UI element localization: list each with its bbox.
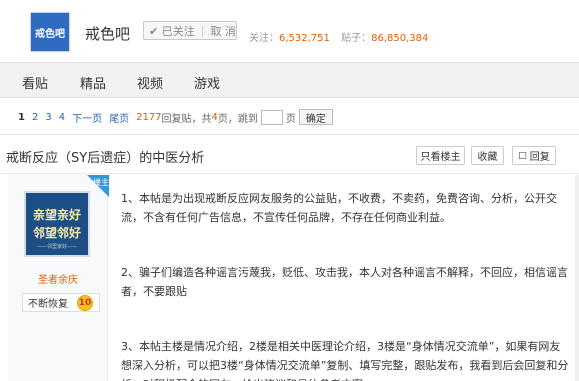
avatar-text: ——邻里家好——: [36, 244, 77, 250]
avatar[interactable]: 亲望亲好 邻望邻好 ——邻里家好——: [24, 191, 90, 257]
follow-toggle[interactable]: ✔ 已关注 | 取 消: [143, 21, 237, 40]
tab-posts[interactable]: 看贴: [22, 73, 48, 92]
page-link[interactable]: 2: [32, 112, 38, 123]
author-name[interactable]: 圣者余庆: [38, 271, 78, 286]
post-paragraph: 1、本帖是为出现戒断反应网友服务的公益贴，不收费，不卖药，免费咨询、分析，公开交…: [121, 192, 557, 224]
favorite-button[interactable]: 收藏: [471, 146, 504, 165]
page-link[interactable]: 4: [59, 112, 65, 123]
author-panel: 亲望亲好 邻望邻好 ——邻里家好—— 楼主 圣者余庆 不断恢复 10: [8, 175, 109, 381]
pagination: 1 2 3 4 下一页 尾页 2177 回复贴，共 4 页，跳到 页 确定: [18, 109, 333, 125]
unfollow-button[interactable]: 取 消: [210, 23, 236, 39]
thread-title-bar: 戒断反应（SY后遗症）的中医分析 只看楼主 收藏 □ 回复: [0, 134, 579, 174]
page-link-current: 1: [18, 111, 25, 123]
post-paragraph: 2、骗子们编造各种谣言污蔑我，贬低、攻击我，本人对各种谣言不解释，不回应，相信谣…: [121, 266, 568, 298]
tab-games[interactable]: 游戏: [194, 73, 220, 92]
avatar-text: 邻望邻好: [32, 226, 81, 240]
page-link[interactable]: 3: [45, 112, 51, 123]
reply-count: 2177: [136, 111, 162, 123]
jump-page-input[interactable]: [260, 109, 283, 125]
jump-label: 页，跳到: [217, 113, 258, 125]
followers-label: 关注：: [249, 33, 279, 44]
scrollbar[interactable]: [575, 175, 579, 381]
jump-confirm-button[interactable]: 确定: [298, 109, 333, 125]
only-owner-button[interactable]: 只看楼主: [416, 146, 465, 165]
reply-label: 回复: [529, 152, 550, 163]
first-post: 亲望亲好 邻望邻好 ——邻里家好—— 楼主 圣者余庆 不断恢复 10 1、本帖是…: [0, 175, 579, 381]
level-name: 不断恢复: [28, 299, 68, 310]
thread-title: 戒断反应（SY后遗症）的中医分析: [6, 151, 205, 166]
posts-label: 贴子：: [341, 33, 372, 44]
followed-label: ✔ 已关注: [149, 24, 195, 38]
forum-name[interactable]: 戒色吧: [85, 23, 130, 44]
forum-header: 戒色吧 戒色吧 ✔ 已关注 | 取 消 关注：6,532,751 贴子：86,8…: [0, 0, 579, 62]
level-badge: 10: [77, 295, 93, 311]
avatar-text: 亲望亲好: [32, 208, 81, 222]
post-paragraph: 3、本帖主楼是情况介绍，2楼是相关中医理论介绍，3楼是“身体情况交流单”，如果有…: [121, 340, 569, 381]
next-page-link[interactable]: 下一页: [72, 110, 102, 125]
forum-nav: 看贴 精品 视频 游戏: [0, 62, 579, 98]
followers-count: 6,532,751: [279, 33, 330, 44]
level-box[interactable]: 不断恢复 10: [22, 293, 100, 312]
reply-button[interactable]: □ 回复: [512, 146, 556, 165]
reply-icon: □: [518, 150, 527, 161]
last-page-link[interactable]: 尾页: [109, 110, 129, 125]
divider: |: [200, 24, 205, 37]
forum-logo[interactable]: 戒色吧: [30, 12, 70, 52]
forum-stats: 关注：6,532,751 贴子：86,850,384: [249, 29, 436, 44]
owner-badge: 楼主: [87, 175, 109, 197]
posts-count: 86,850,384: [371, 33, 429, 44]
tab-videos[interactable]: 视频: [137, 73, 163, 92]
tab-featured[interactable]: 精品: [80, 73, 106, 92]
reply-label: 回复贴，共: [161, 113, 212, 125]
page-unit: 页: [285, 113, 296, 125]
